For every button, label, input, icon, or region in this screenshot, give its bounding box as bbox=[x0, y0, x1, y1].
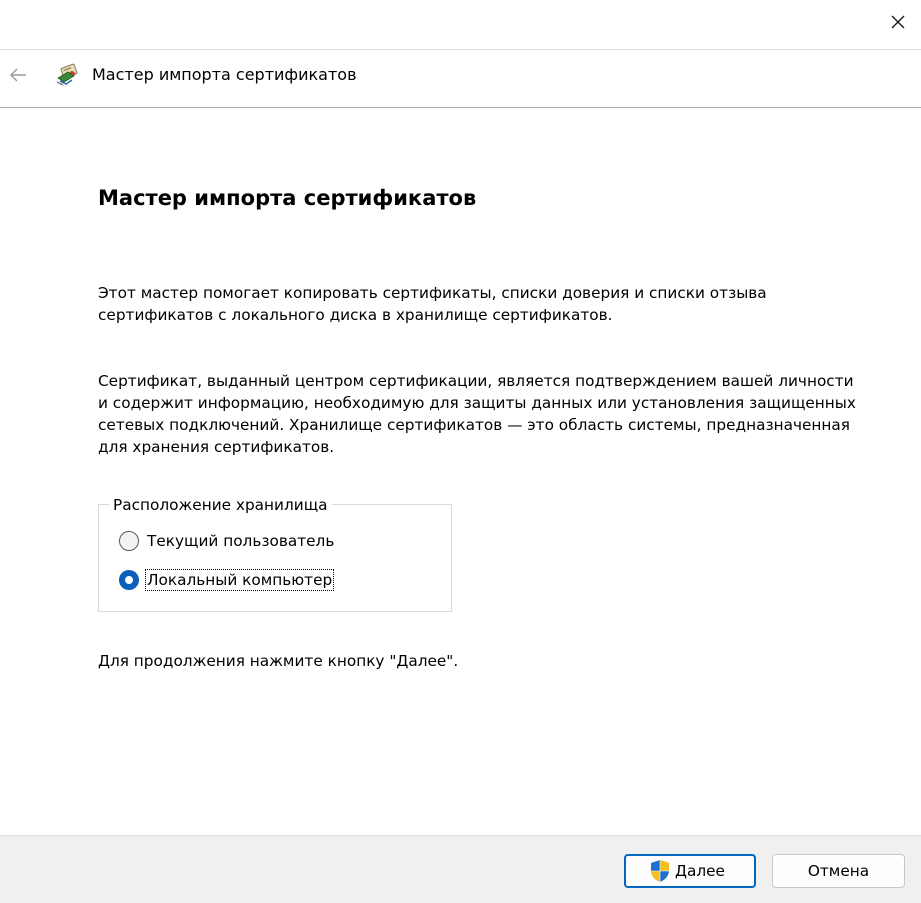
certificate-import-wizard-window: Мастер импорта сертификатов Мастер импор… bbox=[0, 0, 921, 903]
close-icon bbox=[891, 15, 905, 29]
nav-title: Мастер импорта сертификатов bbox=[92, 65, 357, 84]
next-button[interactable]: Далее bbox=[624, 854, 756, 888]
wizard-footer: Далее Отмена bbox=[0, 835, 921, 903]
description-paragraph: Сертификат, выданный центром сертификаци… bbox=[98, 372, 856, 456]
back-arrow-icon bbox=[10, 68, 26, 82]
cancel-button[interactable]: Отмена bbox=[772, 854, 905, 888]
close-button[interactable] bbox=[875, 0, 921, 44]
radio-button-checked[interactable] bbox=[119, 570, 139, 590]
radio-current-user[interactable]: Текущий пользователь bbox=[119, 529, 335, 553]
next-button-label: Далее bbox=[675, 862, 725, 880]
radio-button-unchecked[interactable] bbox=[119, 531, 139, 551]
intro-paragraph: Этот мастер помогает копировать сертифик… bbox=[98, 284, 767, 324]
radio-label-current-user: Текущий пользователь bbox=[147, 532, 335, 550]
store-location-legend: Расположение хранилища bbox=[109, 495, 332, 515]
back-button[interactable] bbox=[2, 60, 34, 90]
title-bar bbox=[0, 0, 921, 48]
page-title: Мастер импорта сертификатов bbox=[98, 186, 477, 210]
radio-label-local-machine: Локальный компьютер bbox=[144, 569, 335, 591]
continue-hint: Для продолжения нажмите кнопку "Далее". bbox=[98, 652, 459, 670]
cancel-button-label: Отмена bbox=[807, 862, 870, 880]
certificate-wizard-icon bbox=[56, 63, 78, 86]
radio-local-machine[interactable]: Локальный компьютер bbox=[119, 568, 335, 592]
uac-shield-icon bbox=[651, 860, 670, 882]
store-location-group: Расположение хранилища Текущий пользоват… bbox=[98, 495, 452, 612]
wizard-header: Мастер импорта сертификатов bbox=[0, 50, 921, 107]
header-bottom-divider bbox=[0, 107, 921, 108]
